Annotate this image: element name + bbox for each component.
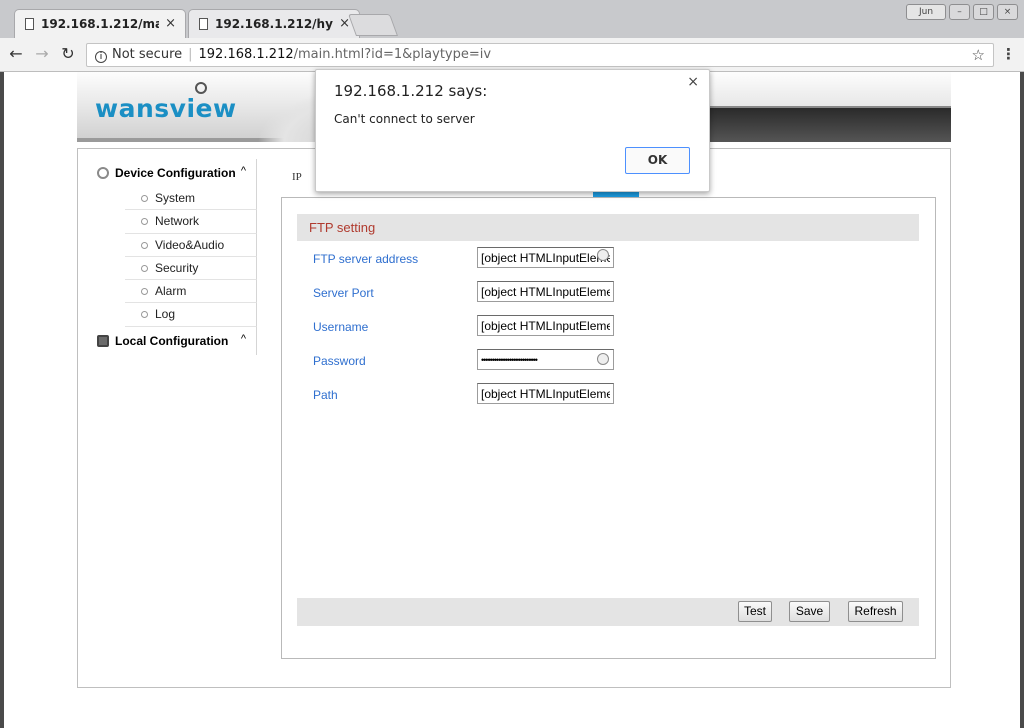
back-arrow-icon[interactable]: ← [6, 44, 26, 64]
minimize-button[interactable]: – [949, 4, 970, 20]
field-label: Username [313, 320, 369, 334]
forward-arrow-icon[interactable]: → [32, 44, 52, 64]
sidebar-item-alarm[interactable]: Alarm [125, 280, 257, 304]
bookmark-star-icon[interactable]: ☆ [972, 44, 985, 66]
new-tab-button[interactable] [347, 14, 399, 36]
dialog-close-icon[interactable]: × [687, 74, 699, 90]
password-row: Password [297, 349, 919, 373]
path-input[interactable] [477, 383, 614, 404]
sidebar-item-label: Alarm [155, 284, 187, 299]
ok-button[interactable]: OK [625, 147, 690, 174]
field-label: Path [313, 388, 338, 402]
bullet-icon [141, 264, 148, 272]
sidebar-group-device-configuration[interactable]: Device Configuration ^ [91, 159, 257, 187]
refresh-button[interactable]: Refresh [848, 601, 903, 622]
url-host: 192.168.1.212 [198, 47, 294, 62]
sidebar-item-video-audio[interactable]: Video&Audio [125, 233, 257, 257]
bullet-icon [141, 195, 148, 202]
field-label: Password [313, 354, 366, 368]
security-label[interactable]: Not secure [112, 47, 182, 62]
server-port-row: Server Port [297, 281, 919, 305]
tab-title: 192.168.1.212/main.h [41, 17, 159, 31]
bullet-icon [141, 311, 148, 319]
sidebar-item-label: Security [155, 260, 199, 275]
address-bar[interactable]: i Not secure | 192.168.1.212/main.html?id=1… [86, 43, 994, 67]
maximize-button[interactable]: □ [973, 4, 994, 20]
field-label: FTP server address [313, 252, 419, 266]
browser-toolbar: ← → ↻ i Not secure | 192.168.1.212/main.htm… [0, 38, 1024, 72]
document-icon [199, 18, 208, 30]
password-key-icon[interactable] [597, 353, 609, 365]
server-port-input[interactable] [477, 281, 614, 302]
window-controls: Jun – □ × [906, 4, 1018, 20]
profile-button[interactable]: Jun [906, 4, 946, 20]
browser-tab-strip: 192.168.1.212/main.h × 192.168.1.212/hy-… [0, 0, 1024, 38]
action-bar: Test Save Refresh [297, 598, 919, 626]
sidebar: Device Configuration ^ System Network Vi… [91, 159, 257, 355]
wansview-logo: wansview [95, 82, 237, 123]
close-window-button[interactable]: × [997, 4, 1018, 20]
group-label: Local Configuration [115, 333, 229, 348]
ftp-server-row: FTP server address [297, 247, 919, 271]
bullet-icon [141, 288, 148, 296]
gear-icon [97, 167, 109, 179]
browser-menu-icon[interactable]: ⋮ [1001, 45, 1016, 63]
sidebar-item-label: Network [155, 214, 200, 229]
sidebar-item-label: Video&Audio [155, 237, 225, 252]
username-row: Username [297, 315, 919, 339]
tab-close-button[interactable]: × [165, 10, 176, 38]
logo-text: wansview [95, 94, 237, 123]
group-label: Device Configuration [115, 166, 236, 180]
sidebar-item-system[interactable]: System [125, 187, 257, 211]
tab-main[interactable]: 192.168.1.212/main.h × [14, 9, 186, 38]
bullet-icon [141, 241, 148, 249]
sidebar-item-log[interactable]: Log [125, 303, 257, 327]
reload-icon[interactable]: ↻ [58, 44, 78, 64]
tab-ip[interactable]: IP [292, 171, 302, 183]
field-label: Server Port [313, 286, 374, 300]
monitor-icon [97, 334, 109, 347]
username-input[interactable] [477, 315, 614, 336]
ftp-panel: FTP setting FTP server address Server Po… [281, 197, 936, 659]
info-icon[interactable]: i [95, 51, 107, 63]
tab-hy-cgi[interactable]: 192.168.1.212/hy-cgi × [188, 9, 360, 38]
tab-title: 192.168.1.212/hy-cgi [215, 17, 333, 31]
sidebar-item-security[interactable]: Security [125, 256, 257, 281]
sidebar-group-local-configuration[interactable]: Local Configuration ^ [91, 325, 257, 355]
collapse-caret-icon[interactable]: ^ [241, 157, 246, 185]
alert-dialog: 192.168.1.212 says: × Can't connect to s… [315, 69, 710, 192]
ftp-server-input[interactable] [477, 247, 614, 268]
url-path: /main.html?id=1&playtype=iv [293, 47, 492, 62]
content-frame: Device Configuration ^ System Network Vi… [77, 148, 951, 688]
autofill-key-icon[interactable] [597, 249, 609, 261]
sidebar-item-label: Log [155, 307, 176, 322]
password-input[interactable] [477, 349, 614, 370]
path-row: Path [297, 383, 919, 407]
banner-dark-strip [705, 106, 951, 142]
dialog-message: Can't connect to server [334, 112, 475, 126]
bullet-icon [141, 218, 148, 226]
document-icon [25, 18, 34, 30]
sidebar-item-network[interactable]: Network [125, 210, 257, 234]
test-button[interactable]: Test [738, 601, 772, 622]
sidebar-item-label: System [155, 191, 196, 205]
save-button[interactable]: Save [789, 601, 830, 622]
dialog-title: 192.168.1.212 says: [334, 82, 488, 100]
camera-eye-icon [195, 82, 207, 94]
section-title: FTP setting [297, 214, 919, 241]
collapse-caret-icon[interactable]: ^ [241, 325, 246, 353]
